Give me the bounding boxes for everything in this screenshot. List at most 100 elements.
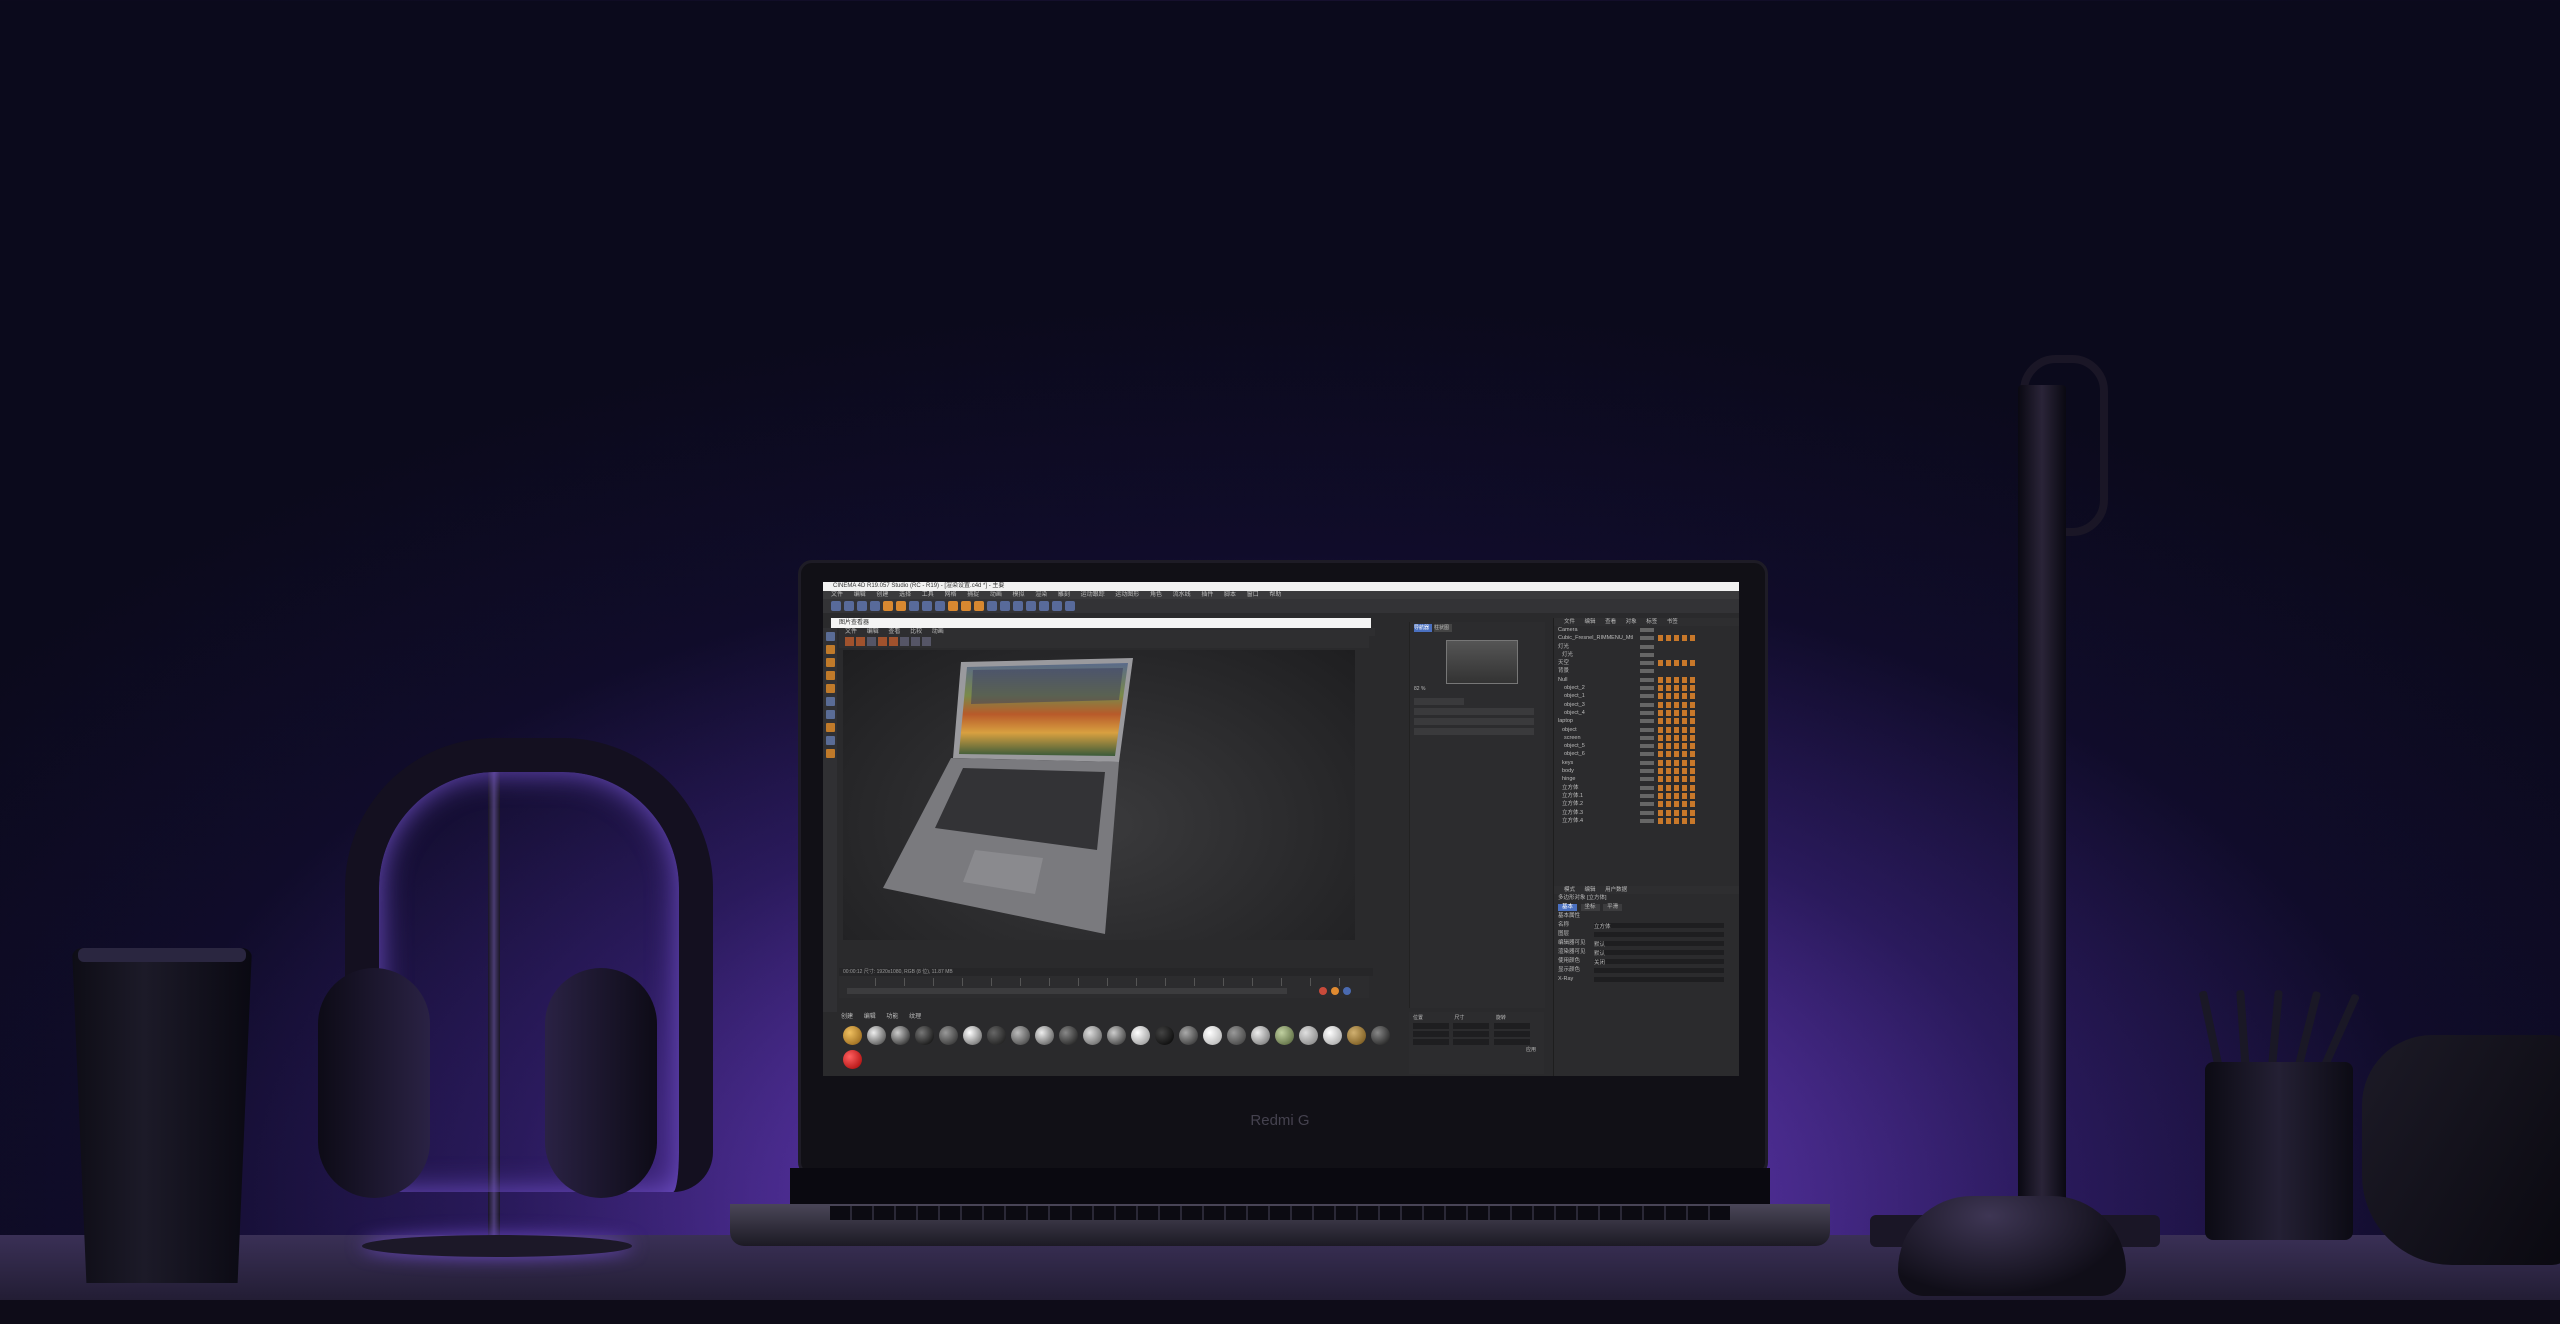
zoom-fit-icon[interactable] bbox=[911, 637, 920, 646]
object-tags[interactable] bbox=[1658, 660, 1698, 667]
object-visibility-toggle[interactable] bbox=[1640, 710, 1654, 715]
menu-item[interactable]: 模拟 bbox=[1013, 592, 1025, 598]
object-tags[interactable] bbox=[1658, 759, 1698, 766]
light-icon[interactable] bbox=[1065, 601, 1075, 611]
object-row[interactable]: Camera bbox=[1554, 626, 1739, 634]
object-visibility-toggle[interactable] bbox=[1640, 686, 1654, 691]
rotation-field[interactable] bbox=[1493, 1030, 1530, 1037]
timeline-scrubber[interactable] bbox=[847, 988, 1287, 994]
object-tags[interactable] bbox=[1658, 817, 1698, 824]
object-visibility-toggle[interactable] bbox=[1640, 694, 1654, 699]
menu-item[interactable]: 插件 bbox=[1201, 592, 1213, 598]
attr-tab-phong[interactable]: 平滑 bbox=[1603, 904, 1623, 911]
object-row[interactable]: object_5 bbox=[1554, 742, 1739, 750]
menu-item[interactable]: 运动跟踪 bbox=[1081, 592, 1105, 598]
model-mode-icon[interactable] bbox=[825, 632, 835, 641]
rotation-field[interactable] bbox=[1493, 1038, 1530, 1045]
material-swatch[interactable] bbox=[1107, 1026, 1126, 1045]
object-visibility-toggle[interactable] bbox=[1640, 785, 1654, 790]
size-field[interactable] bbox=[1453, 1022, 1490, 1029]
name-input[interactable]: 立方体 bbox=[1594, 923, 1724, 930]
render-region-icon[interactable] bbox=[878, 637, 887, 646]
material-swatch[interactable] bbox=[1347, 1026, 1366, 1045]
histogram-tab[interactable]: 柱状图 bbox=[1434, 624, 1452, 632]
position-field[interactable] bbox=[1413, 1038, 1449, 1045]
position-field[interactable] bbox=[1413, 1030, 1449, 1037]
object-tags[interactable] bbox=[1658, 776, 1698, 783]
menu-item[interactable]: 创建 bbox=[876, 592, 888, 598]
material-swatch[interactable] bbox=[1371, 1026, 1390, 1045]
snap-icon[interactable] bbox=[825, 710, 835, 719]
object-visibility-toggle[interactable] bbox=[1640, 628, 1654, 632]
menu-item[interactable]: 捕捉 bbox=[967, 592, 979, 598]
object-row[interactable]: Null bbox=[1554, 676, 1739, 684]
viewer-menu-item[interactable]: 动画 bbox=[932, 629, 944, 635]
editor-visible-select[interactable]: 默认 bbox=[1594, 941, 1724, 948]
object-visibility-toggle[interactable] bbox=[1640, 719, 1654, 724]
om-menu-item[interactable]: 书签 bbox=[1667, 619, 1678, 625]
workplane-icon[interactable] bbox=[825, 723, 835, 732]
polygon-mode-icon[interactable] bbox=[825, 684, 835, 693]
material-swatch[interactable] bbox=[1275, 1026, 1294, 1045]
object-visibility-toggle[interactable] bbox=[1640, 735, 1654, 740]
render-preview-viewport[interactable] bbox=[843, 650, 1355, 940]
menu-item[interactable]: 雕刻 bbox=[1058, 592, 1070, 598]
object-visibility-toggle[interactable] bbox=[1640, 760, 1654, 765]
object-row[interactable]: body bbox=[1554, 767, 1739, 775]
render-icon[interactable] bbox=[889, 637, 898, 646]
texture-mode-icon[interactable] bbox=[825, 645, 835, 654]
autokey-icon[interactable] bbox=[1331, 987, 1339, 995]
rotate-icon[interactable] bbox=[896, 601, 906, 611]
material-swatch[interactable] bbox=[1179, 1026, 1198, 1045]
navigator-tab[interactable]: 导航器 bbox=[1414, 624, 1432, 632]
navigator-thumbnail[interactable] bbox=[1446, 640, 1518, 684]
object-tags[interactable] bbox=[1658, 792, 1698, 799]
menu-item[interactable]: 编辑 bbox=[854, 592, 866, 598]
menu-item[interactable]: 动画 bbox=[990, 592, 1002, 598]
menu-item[interactable]: 文件 bbox=[831, 592, 843, 598]
object-tags[interactable] bbox=[1658, 701, 1698, 708]
viewer-menu-item[interactable]: 文件 bbox=[845, 629, 857, 635]
paint-icon[interactable] bbox=[825, 749, 835, 758]
viewer-menu-item[interactable]: 编辑 bbox=[867, 629, 879, 635]
object-row[interactable]: 灯光 bbox=[1554, 651, 1739, 659]
object-visibility-toggle[interactable] bbox=[1640, 727, 1654, 732]
object-row[interactable]: object_3 bbox=[1554, 701, 1739, 709]
render-picture-viewer-icon[interactable] bbox=[961, 601, 971, 611]
material-swatch[interactable] bbox=[1251, 1026, 1270, 1045]
object-visibility-toggle[interactable] bbox=[1640, 644, 1654, 649]
material-swatch[interactable] bbox=[963, 1026, 982, 1045]
om-menu-item[interactable]: 标签 bbox=[1646, 619, 1657, 625]
material-swatch[interactable] bbox=[891, 1026, 910, 1045]
use-color-select[interactable]: 关闭 bbox=[1594, 959, 1724, 966]
camera-icon[interactable] bbox=[1052, 601, 1062, 611]
object-visibility-toggle[interactable] bbox=[1640, 744, 1654, 749]
om-menu-item[interactable]: 对象 bbox=[1626, 619, 1637, 625]
object-visibility-toggle[interactable] bbox=[1640, 669, 1654, 674]
object-row[interactable]: object_1 bbox=[1554, 692, 1739, 700]
om-menu-item[interactable]: 查看 bbox=[1605, 619, 1616, 625]
record-icon[interactable] bbox=[1319, 987, 1327, 995]
menu-item[interactable]: 工具 bbox=[922, 592, 934, 598]
object-visibility-toggle[interactable] bbox=[1640, 810, 1654, 815]
compare-icon[interactable] bbox=[867, 637, 876, 646]
material-swatch[interactable] bbox=[939, 1026, 958, 1045]
material-swatch[interactable] bbox=[1011, 1026, 1030, 1045]
object-tags[interactable] bbox=[1658, 718, 1698, 725]
material-swatch[interactable] bbox=[1323, 1026, 1342, 1045]
viewer-menu-item[interactable]: 比较 bbox=[910, 629, 922, 635]
x-axis-icon[interactable] bbox=[909, 601, 919, 611]
timeline-ruler[interactable] bbox=[847, 978, 1357, 986]
animation-timeline[interactable] bbox=[839, 976, 1369, 998]
object-visibility-toggle[interactable] bbox=[1640, 702, 1654, 707]
material-swatch[interactable] bbox=[915, 1026, 934, 1045]
material-swatch[interactable] bbox=[843, 1026, 862, 1045]
menu-item[interactable]: 渲染 bbox=[1035, 592, 1047, 598]
object-row[interactable]: 灯光 bbox=[1554, 643, 1739, 651]
object-visibility-toggle[interactable] bbox=[1640, 802, 1654, 807]
material-menu-item[interactable]: 功能 bbox=[886, 1014, 898, 1020]
object-tags[interactable] bbox=[1658, 743, 1698, 750]
material-swatch[interactable] bbox=[1227, 1026, 1246, 1045]
object-tags[interactable] bbox=[1658, 676, 1698, 683]
render-view-icon[interactable] bbox=[948, 601, 958, 611]
